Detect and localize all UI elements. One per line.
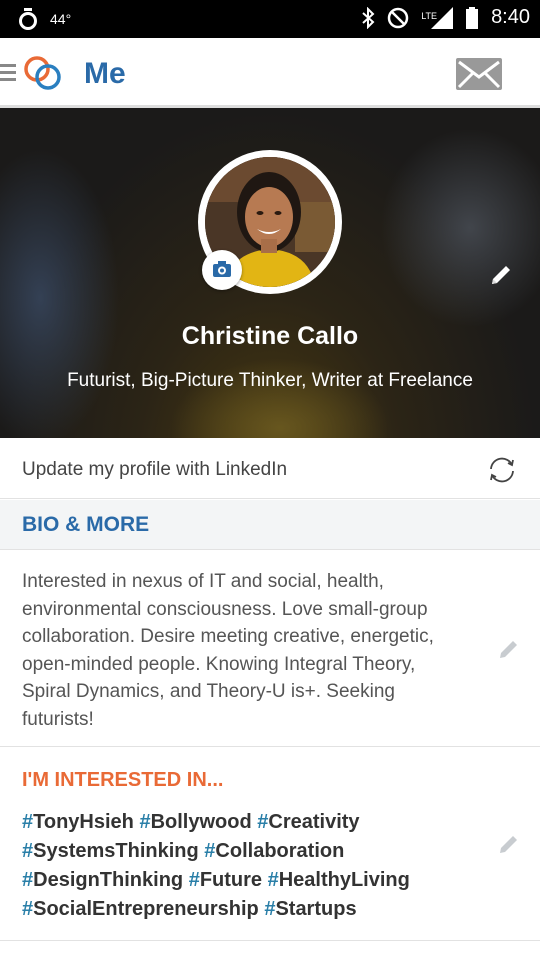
interest-tag-line: #TonyHsieh #Bollywood #Creativity (22, 808, 492, 837)
bio-text: Interested in nexus of IT and social, he… (22, 571, 434, 730)
status-bar: 44° LTE 8:40 (0, 0, 540, 38)
interest-tag[interactable]: #SocialEntrepreneurship (22, 898, 259, 920)
interest-tag[interactable]: #Collaboration (204, 840, 344, 862)
camera-icon (213, 261, 231, 277)
interest-tag[interactable]: #Startups (264, 898, 356, 920)
interest-tags: #TonyHsieh #Bollywood #Creativity #System… (22, 808, 492, 924)
profile-header: Christine Callo Futurist, Big-Picture Th… (0, 108, 540, 438)
do-not-disturb-icon (387, 7, 409, 28)
interest-tag[interactable]: #Creativity (257, 811, 359, 833)
edit-icon[interactable] (488, 262, 514, 288)
interest-tag[interactable]: #Bollywood (139, 811, 251, 833)
timer-icon (19, 8, 37, 30)
edit-icon[interactable] (497, 832, 521, 856)
interest-tag-line: #SystemsThinking #Collaboration (22, 837, 492, 866)
interest-tag[interactable]: #SystemsThinking (22, 840, 199, 862)
linkedin-update-label: Update my profile with LinkedIn (22, 459, 288, 480)
change-photo-button[interactable] (202, 250, 242, 290)
interest-tag-line: #SocialEntrepreneurship #Startups (22, 895, 492, 924)
hamburger-icon[interactable] (0, 64, 16, 82)
interest-tag[interactable]: #TonyHsieh (22, 811, 134, 833)
interests-header: I'M INTERESTED IN... (22, 769, 224, 791)
bio-section-header: BIO & MORE (0, 500, 540, 550)
mail-icon[interactable] (456, 58, 502, 90)
divider (0, 746, 540, 747)
network-type: LTE (421, 10, 438, 21)
app-bar: Me (0, 38, 540, 108)
edit-icon[interactable] (497, 637, 521, 661)
profile-name: Christine Callo (181, 322, 359, 350)
profile-headline: Futurist, Big-Picture Thinker, Writer at… (67, 370, 473, 391)
interest-tag[interactable]: #Future (189, 869, 262, 891)
clock: 8:40 (491, 6, 530, 28)
page-title: Me (84, 57, 126, 90)
interest-tag-line: #DesignThinking #Future #HealthyLiving (22, 866, 492, 895)
linkedin-update-row[interactable]: Update my profile with LinkedIn (0, 439, 540, 499)
bluetooth-icon (362, 6, 375, 29)
sync-icon[interactable] (486, 454, 518, 486)
interest-tag[interactable]: #HealthyLiving (268, 869, 410, 891)
bio-header-label: BIO & MORE (22, 513, 150, 536)
divider (0, 940, 540, 941)
temperature: 44° (50, 11, 72, 27)
battery-icon (466, 6, 479, 29)
interest-tag[interactable]: #DesignThinking (22, 869, 183, 891)
app-logo-icon[interactable] (22, 52, 64, 94)
